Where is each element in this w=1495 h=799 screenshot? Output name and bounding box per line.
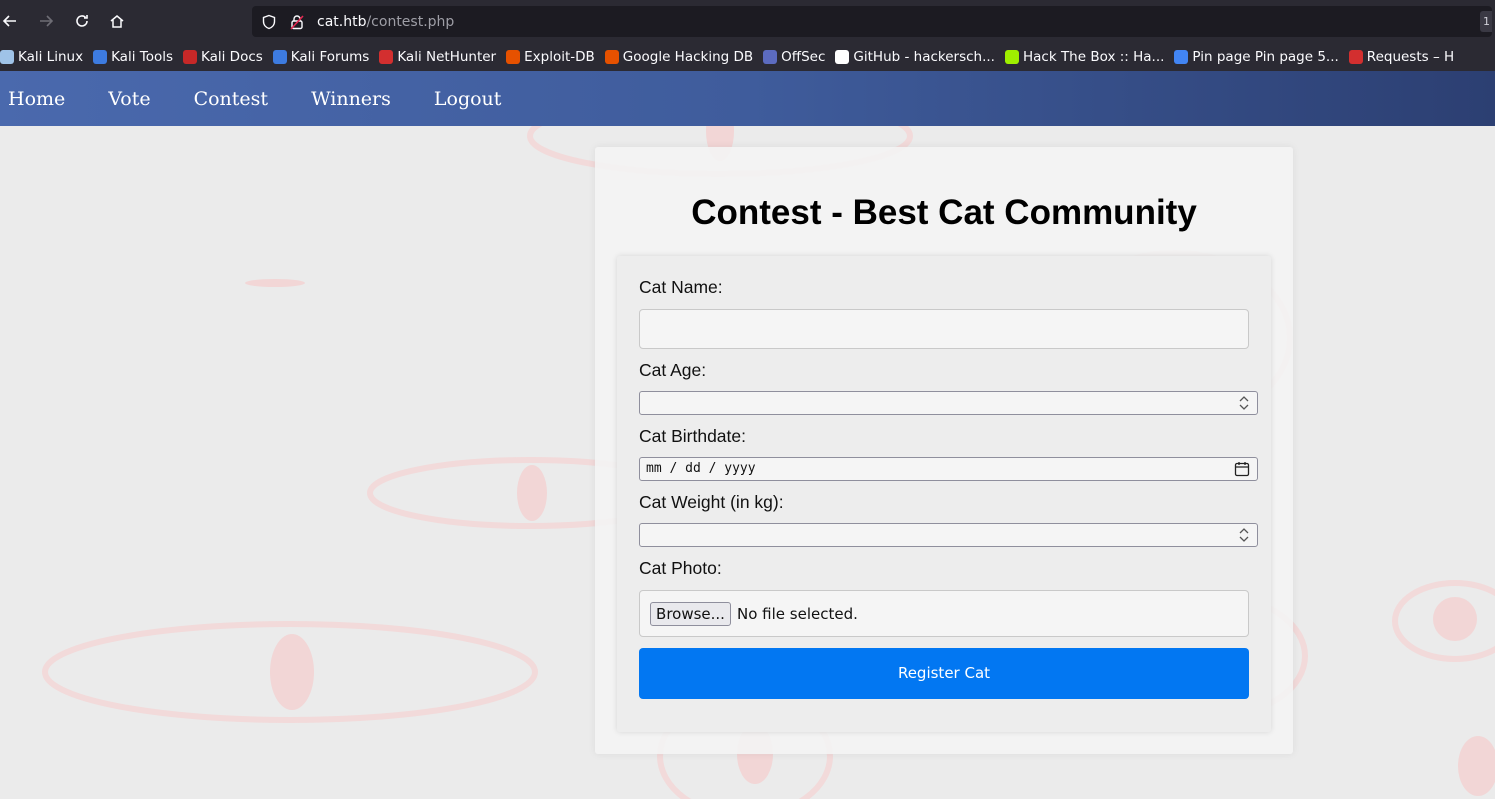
bookmark-item[interactable]: Hack The Box :: Ha... <box>1004 42 1165 71</box>
bookmark-item[interactable]: GitHub - hackersch... <box>835 42 995 71</box>
insecure-lock-icon[interactable] <box>289 14 305 30</box>
bookmark-item[interactable]: Pin page Pin page 5... <box>1174 42 1339 71</box>
bookmark-favicon-icon <box>0 49 14 64</box>
cat-birthdate-label: Cat Birthdate: <box>639 426 746 446</box>
bookmark-favicon-icon <box>93 49 108 64</box>
bookmark-item[interactable]: OffSec <box>763 42 825 71</box>
bookmark-item[interactable]: Kali Forums <box>272 42 370 71</box>
bookmark-favicon-icon <box>763 49 778 64</box>
url-host: cat.htb <box>317 13 367 30</box>
bookmark-item[interactable]: Kali Linux <box>0 42 83 71</box>
bookmark-favicon-icon <box>835 49 850 64</box>
url-text[interactable]: cat.htb/contest.php <box>317 14 454 30</box>
nav-link-home[interactable]: Home <box>8 88 65 110</box>
cat-registration-form: Cat Name: Cat Age: Cat Birthdate: mm / d… <box>617 256 1271 732</box>
bookmark-favicon-icon <box>1348 49 1363 64</box>
cat-name-input[interactable] <box>639 309 1249 349</box>
bookmark-label: Pin page Pin page 5... <box>1192 48 1339 65</box>
url-path: /contest.php <box>366 13 455 30</box>
page-title: Contest - Best Cat Community <box>691 193 1197 232</box>
bookmark-label: Kali Linux <box>18 48 84 65</box>
nav-link-logout[interactable]: Logout <box>434 88 502 110</box>
contest-card: Contest - Best Cat Community Cat Name: C… <box>595 147 1293 754</box>
forward-icon[interactable] <box>32 7 60 35</box>
bookmark-label: Exploit-DB <box>524 48 595 65</box>
birthdate-placeholder: mm / dd / yyyy <box>646 461 756 476</box>
cat-weight-label: Cat Weight (in kg): <box>639 492 784 512</box>
back-icon[interactable] <box>0 7 24 35</box>
bookmark-label: Google Hacking DB <box>622 48 754 65</box>
cat-age-input[interactable] <box>639 391 1258 415</box>
bookmark-favicon-icon <box>1174 49 1189 64</box>
bookmarks-bar: Kali Linux Kali Tools Kali Docs Kali Forums… <box>0 42 1495 71</box>
bookmark-label: Kali Tools <box>111 48 173 65</box>
bookmark-favicon-icon <box>379 49 394 64</box>
bookmark-label: Requests – H <box>1366 48 1455 65</box>
no-file-text: No file selected. <box>737 605 858 623</box>
bookmark-favicon-icon <box>604 49 619 64</box>
cat-photo-input[interactable]: Browse... No file selected. <box>639 590 1249 637</box>
bookmark-item[interactable]: Kali Docs <box>183 42 263 71</box>
bookmark-item[interactable]: Kali Tools <box>93 42 173 71</box>
bookmark-label: GitHub - hackersch... <box>853 48 995 65</box>
cat-name-label: Cat Name: <box>639 277 723 297</box>
bookmark-item[interactable]: Requests – H <box>1348 42 1455 71</box>
bookmark-favicon-icon <box>1004 49 1019 64</box>
nav-link-vote[interactable]: Vote <box>108 88 150 110</box>
bookmark-item[interactable]: Kali NetHunter <box>379 42 496 71</box>
url-bar-overflow: 1 <box>1480 11 1492 32</box>
nav-link-winners[interactable]: Winners <box>311 88 391 110</box>
bookmark-label: OffSec <box>781 48 826 65</box>
cat-age-label: Cat Age: <box>639 360 707 380</box>
cat-weight-input[interactable] <box>639 523 1258 547</box>
cat-photo-label: Cat Photo: <box>639 558 722 578</box>
url-bar[interactable]: cat.htb/contest.php 1 <box>252 6 1492 37</box>
site-nav: Home Vote Contest Winners Logout <box>0 71 1495 126</box>
cat-birthdate-input[interactable]: mm / dd / yyyy <box>639 457 1258 481</box>
browser-toolbar: cat.htb/contest.php 1 <box>0 0 1495 42</box>
bookmark-label: Kali Forums <box>290 48 370 65</box>
bookmark-item[interactable]: Google Hacking DB <box>604 42 754 71</box>
spinner-icon[interactable] <box>1237 526 1251 544</box>
reload-icon[interactable] <box>68 7 96 35</box>
shield-icon[interactable] <box>261 14 277 30</box>
nav-link-contest[interactable]: Contest <box>194 88 268 110</box>
spinner-icon[interactable] <box>1237 394 1251 412</box>
bookmark-favicon-icon <box>272 49 287 64</box>
bookmark-favicon-icon <box>183 49 197 64</box>
register-cat-button[interactable]: Register Cat <box>639 648 1249 699</box>
bookmark-favicon-icon <box>506 49 521 64</box>
bookmark-item[interactable]: Exploit-DB <box>506 42 595 71</box>
bookmark-label: Kali Docs <box>201 48 263 65</box>
bookmark-label: Hack The Box :: Ha... <box>1022 48 1165 65</box>
home-icon[interactable] <box>103 7 131 35</box>
calendar-icon[interactable] <box>1234 461 1250 477</box>
browse-button[interactable]: Browse... <box>650 602 731 626</box>
bookmark-label: Kali NetHunter <box>397 48 497 65</box>
